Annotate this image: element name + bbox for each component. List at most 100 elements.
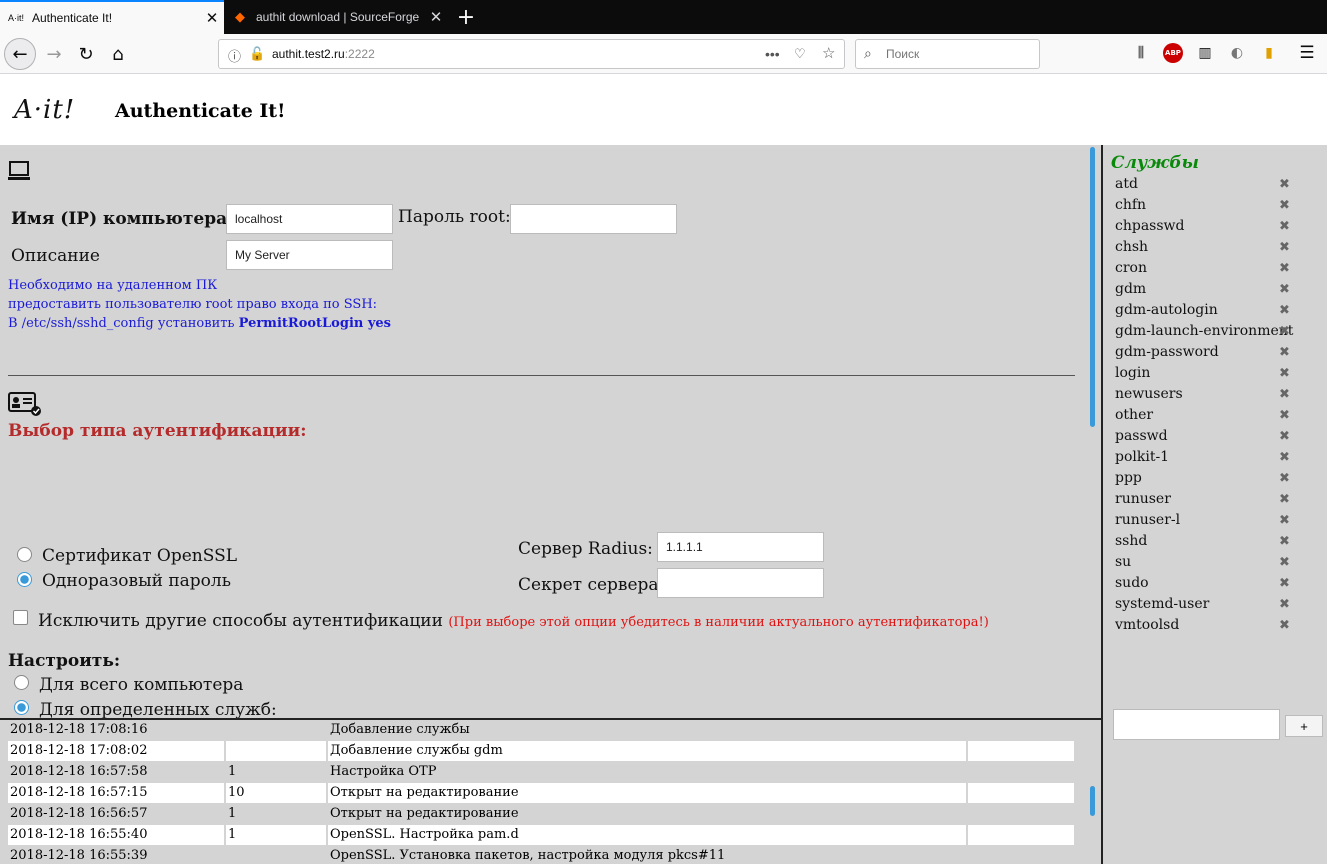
radio-whole-computer[interactable] <box>14 675 29 690</box>
remove-service-icon[interactable]: ✖ <box>1279 471 1290 486</box>
extension-icon[interactable]: ◐ <box>1227 43 1247 63</box>
log-timestamp: 2018-12-18 16:57:58 <box>8 762 224 782</box>
remove-service-icon[interactable]: ✖ <box>1279 324 1290 339</box>
insecure-lock-icon[interactable]: 🔓 <box>249 46 265 62</box>
radio-specific-services[interactable] <box>14 700 29 715</box>
forward-button[interactable]: → <box>38 38 70 70</box>
remove-service-icon[interactable]: ✖ <box>1279 450 1290 465</box>
remove-service-icon[interactable]: ✖ <box>1279 240 1290 255</box>
sidebar-service-item: systemd-user <box>1115 596 1210 612</box>
remove-service-icon[interactable]: ✖ <box>1279 219 1290 234</box>
radius-server-input[interactable] <box>657 532 824 562</box>
remove-service-icon[interactable]: ✖ <box>1279 408 1290 423</box>
ssh-note-line2: предоставить пользователю root право вхо… <box>8 297 378 312</box>
remove-service-icon[interactable]: ✖ <box>1279 576 1290 591</box>
log-user: 1 <box>226 804 326 824</box>
url-text[interactable]: authit.test2.ru:2222 <box>272 47 375 61</box>
page-content: A·it! Authenticate It! Имя (IP) компьюте… <box>0 75 1327 864</box>
remove-service-icon[interactable]: ✖ <box>1279 534 1290 549</box>
remove-service-icon[interactable]: ✖ <box>1279 429 1290 444</box>
sidebar-service-item: vmtoolsd <box>1115 617 1180 633</box>
scrollbar-thumb[interactable] <box>1090 786 1095 816</box>
close-tab-icon[interactable]: ✕ <box>200 9 224 27</box>
add-service-button[interactable]: + <box>1285 715 1323 737</box>
server-secret-input[interactable] <box>657 568 824 598</box>
search-bar[interactable]: ⌕ <box>855 39 1040 69</box>
info-icon[interactable]: ⓘ <box>228 46 241 65</box>
remove-service-icon[interactable]: ✖ <box>1279 366 1290 381</box>
library-icon[interactable]: ⫼ <box>1131 43 1151 63</box>
log-action: Добавление службы <box>328 720 966 740</box>
search-icon: ⌕ <box>864 45 872 61</box>
sidebar-service-item: other <box>1115 407 1154 423</box>
flag-extension-icon[interactable]: ▮ <box>1259 43 1279 63</box>
adblock-icon[interactable]: ABP <box>1163 43 1183 63</box>
sidebar-service-item: ppp <box>1115 470 1142 486</box>
page-actions-icon[interactable]: ••• <box>765 46 780 62</box>
tab-sourceforge[interactable]: ◆ authit download | SourceForge ✕ <box>224 0 448 34</box>
search-input[interactable] <box>886 45 1031 63</box>
remove-service-icon[interactable]: ✖ <box>1279 555 1290 570</box>
log-row: 2018-12-18 17:08:02 Добавление службы gdm <box>8 741 1074 762</box>
log-row: 2018-12-18 16:55:39 OpenSSL. Установка па… <box>8 846 1074 864</box>
sidebar-service-item: chfn <box>1115 197 1147 213</box>
remove-service-icon[interactable]: ✖ <box>1279 282 1290 297</box>
remove-service-icon[interactable]: ✖ <box>1279 597 1290 612</box>
log-extra <box>968 762 1074 782</box>
log-timestamp: 2018-12-18 17:08:02 <box>8 741 224 761</box>
remove-service-icon[interactable]: ✖ <box>1279 261 1290 276</box>
root-password-input[interactable] <box>510 204 677 234</box>
computer-icon <box>8 161 30 180</box>
close-tab-icon[interactable]: ✕ <box>424 8 448 26</box>
remove-service-icon[interactable]: ✖ <box>1279 345 1290 360</box>
radio-openssl-label[interactable]: Сертификат OpenSSL <box>42 546 237 566</box>
main-scrollbar[interactable] <box>1087 145 1101 718</box>
address-bar[interactable]: ⓘ 🔓 authit.test2.ru:2222 ••• ♡ ☆ <box>218 39 845 69</box>
log-user <box>226 720 326 740</box>
log-extra <box>968 846 1074 864</box>
exclude-other-methods-checkbox[interactable] <box>13 610 28 625</box>
log-extra <box>968 720 1074 740</box>
reload-button[interactable]: ↻ <box>70 38 102 70</box>
section-divider <box>8 375 1075 376</box>
scrollbar-thumb[interactable] <box>1090 147 1095 427</box>
new-service-input[interactable] <box>1113 709 1280 740</box>
radio-otp-label[interactable]: Одноразовый пароль <box>42 571 231 591</box>
remove-service-icon[interactable]: ✖ <box>1279 513 1290 528</box>
radio-whole-computer-label[interactable]: Для всего компьютера <box>39 675 243 695</box>
home-button[interactable]: ⌂ <box>102 38 134 70</box>
host-input[interactable] <box>226 204 393 234</box>
ssh-note-line3: В /etc/ssh/sshd_config установить Permit… <box>8 316 391 331</box>
log-timestamp: 2018-12-18 16:57:15 <box>8 783 224 803</box>
bookmark-star-icon[interactable]: ☆ <box>822 44 835 62</box>
menu-icon[interactable]: ☰ <box>1297 43 1317 63</box>
ssh-note-line1: Необходимо на удаленном ПК <box>8 278 218 293</box>
page-title: Authenticate It! <box>115 100 286 122</box>
remove-service-icon[interactable]: ✖ <box>1279 303 1290 318</box>
radius-server-label: Сервер Radius: <box>518 539 653 559</box>
log-scrollbar[interactable] <box>1087 720 1101 864</box>
log-row: 2018-12-18 17:08:16 Добавление службы <box>8 720 1074 741</box>
description-input[interactable] <box>226 240 393 270</box>
log-action: Открыт на редактирование <box>328 783 966 803</box>
new-tab-button[interactable]: + <box>452 2 480 32</box>
radio-specific-services-label[interactable]: Для определенных служб: <box>39 700 277 718</box>
radio-otp[interactable] <box>17 572 32 587</box>
remove-service-icon[interactable]: ✖ <box>1279 177 1290 192</box>
tab-title: Authenticate It! <box>32 11 113 25</box>
tab-authenticate-it[interactable]: A·it! Authenticate It! ✕ <box>0 0 224 34</box>
remove-service-icon[interactable]: ✖ <box>1279 387 1290 402</box>
sourceforge-favicon-icon: ◆ <box>235 9 245 24</box>
radio-openssl[interactable] <box>17 547 32 562</box>
root-password-label: Пароль root: <box>398 207 511 227</box>
back-button[interactable]: ← <box>4 38 36 70</box>
log-timestamp: 2018-12-18 17:08:16 <box>8 720 224 740</box>
exclude-other-methods-label[interactable]: Исключить другие способы аутентификации … <box>38 611 989 631</box>
auth-type-title: Выбор типа аутентификации: <box>8 421 307 441</box>
pocket-icon[interactable]: ♡ <box>794 46 806 62</box>
id-card-icon <box>8 392 41 416</box>
remove-service-icon[interactable]: ✖ <box>1279 492 1290 507</box>
sidebar-toggle-icon[interactable]: ▥ <box>1195 43 1215 63</box>
remove-service-icon[interactable]: ✖ <box>1279 198 1290 213</box>
remove-service-icon[interactable]: ✖ <box>1279 618 1290 633</box>
